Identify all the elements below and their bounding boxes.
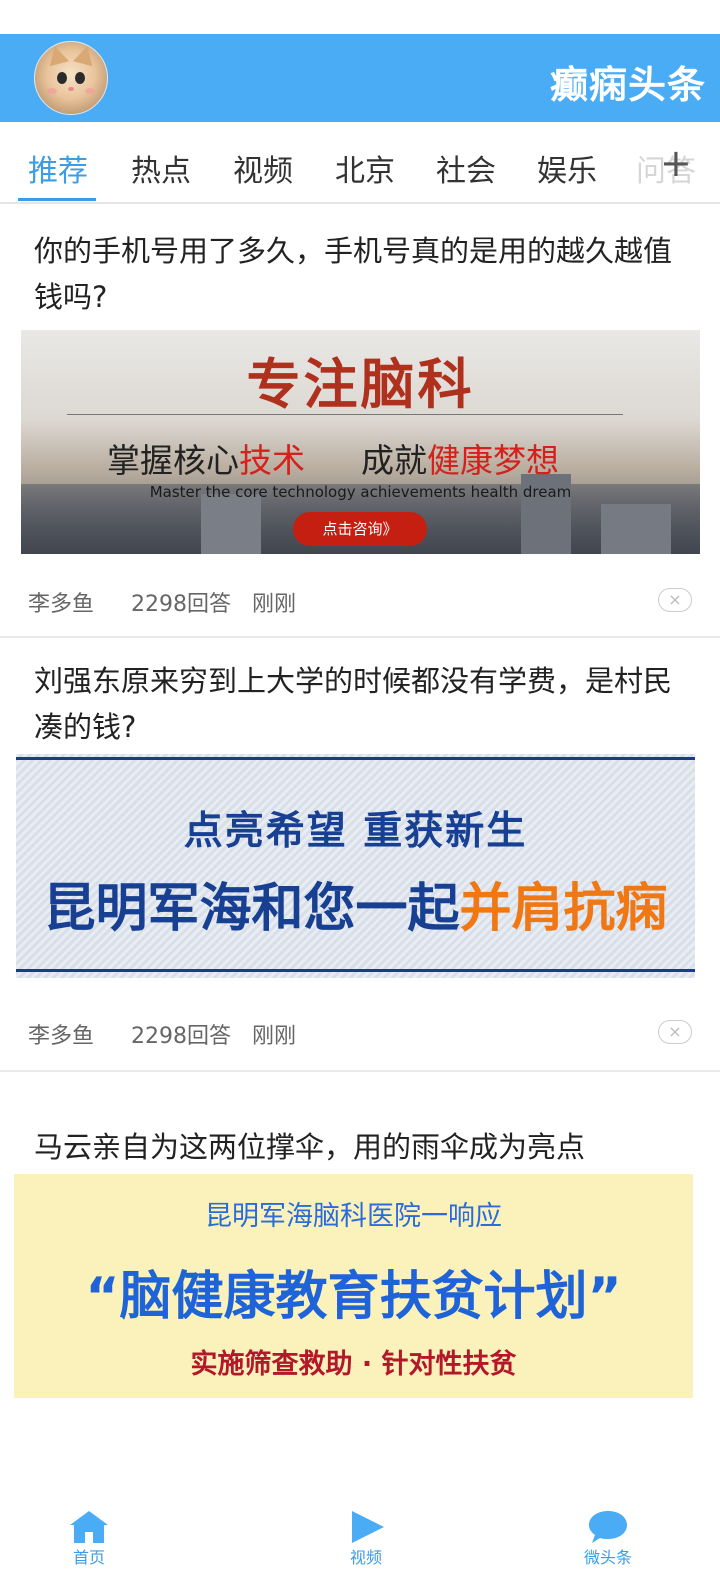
chat-bubble-icon — [589, 1511, 627, 1543]
author-name: 李多鱼 — [28, 1024, 95, 1049]
divider — [67, 414, 623, 415]
ad-english-slogan: Master the core technology achievements … — [149, 483, 572, 501]
article-title[interactable]: 马云亲自为这两位撑伞，用的雨伞成为亮点 — [34, 1124, 684, 1170]
active-tab-indicator — [18, 198, 96, 201]
bottom-nav: 首页 视频 微头条 — [0, 1510, 720, 1570]
author-name: 李多鱼 — [28, 592, 95, 617]
answer-count: 2298回答 — [131, 592, 232, 617]
tab-hot[interactable]: 热点 — [131, 146, 191, 190]
tab-society[interactable]: 社会 — [436, 146, 496, 190]
status-bar — [0, 0, 720, 34]
publish-time: 刚刚 — [252, 592, 297, 617]
tab-beijing[interactable]: 北京 — [335, 146, 395, 190]
cat-cheek-right — [85, 88, 95, 94]
tab-recommend[interactable]: 推荐 — [28, 146, 88, 190]
article-title[interactable]: 你的手机号用了多久，手机号真的是用的越久越值钱吗? — [34, 228, 684, 320]
ad-line-2: “脑健康教育扶贫计划” — [85, 1267, 622, 1327]
ad-line-3: 实施筛查救助 · 针对性扶贫 — [190, 1349, 517, 1380]
nav-micro-label: 微头条 — [583, 1548, 632, 1567]
ad-banner-brain-specialty[interactable]: 专注脑科 掌握核心技术 成就健康梦想 Master the core techno… — [21, 330, 700, 554]
divider — [16, 757, 695, 760]
cat-eye-right — [75, 72, 85, 84]
dislike-close-button[interactable]: × — [658, 1020, 692, 1044]
cat-ear-right — [73, 43, 97, 67]
article-meta: 李多鱼 2298回答 刚刚 — [28, 586, 326, 618]
tab-entertainment[interactable]: 娱乐 — [537, 146, 597, 190]
cat-eye-left — [57, 72, 67, 84]
publish-time: 刚刚 — [252, 1024, 297, 1049]
cat-nose — [68, 87, 74, 91]
add-tab-button[interactable]: + — [660, 144, 692, 182]
nav-video-label: 视频 — [349, 1548, 382, 1567]
ad-banner-hope[interactable]: 点亮希望 重获新生 昆明军海和您一起并肩抗痫 — [16, 754, 695, 978]
answer-count: 2298回答 — [131, 1024, 232, 1049]
ad-banner-poverty-plan[interactable]: 昆明军海脑科医院一响应 “脑健康教育扶贫计划” 实施筛查救助 · 针对性扶贫 — [14, 1174, 693, 1398]
cat-cheek-left — [47, 88, 57, 94]
cat-ear-left — [45, 43, 69, 67]
tab-video[interactable]: 视频 — [233, 146, 293, 190]
consult-button[interactable]: 点击咨询》 — [293, 512, 427, 546]
app-title: 癫痫头条 — [549, 63, 706, 107]
building — [601, 504, 671, 554]
dislike-close-button[interactable]: × — [658, 588, 692, 612]
divider — [16, 969, 695, 972]
article-meta: 李多鱼 2298回答 刚刚 — [28, 1018, 326, 1050]
ad-line-1: 昆明军海脑科医院一响应 — [205, 1201, 502, 1232]
building — [201, 494, 261, 554]
nav-home-label: 首页 — [72, 1548, 105, 1567]
ad-headline: 专注脑科 — [246, 353, 475, 416]
ad-line-1: 点亮希望 重获新生 — [183, 809, 528, 854]
tab-bar: 推荐 热点 视频 北京 社会 娱乐 问答 + — [0, 122, 720, 204]
article-title[interactable]: 刘强东原来穷到上大学的时候都没有学费，是村民凑的钱? — [34, 658, 684, 750]
ad-slogan: 掌握核心技术 成就健康梦想 — [107, 441, 559, 480]
avatar[interactable] — [34, 41, 108, 115]
app-header: 癫痫头条 — [0, 34, 720, 122]
ad-line-2: 昆明军海和您一起并肩抗痫 — [43, 879, 668, 939]
play-icon — [352, 1511, 384, 1543]
home-icon — [70, 1511, 108, 1543]
